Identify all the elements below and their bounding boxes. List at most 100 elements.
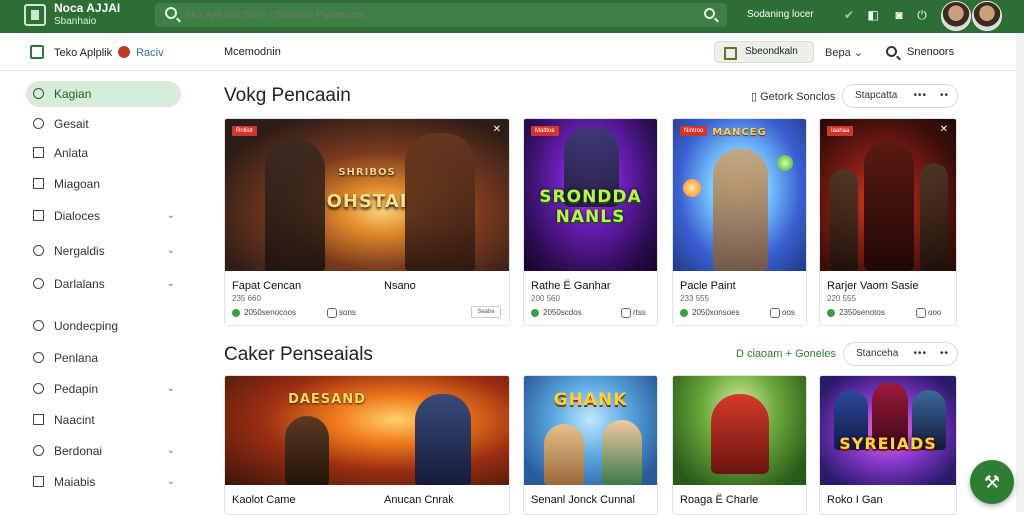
- more-icon: •••: [913, 90, 927, 101]
- chevron-down-icon[interactable]: ⌄: [167, 469, 175, 495]
- card-stat-secondary: ooo: [916, 308, 941, 318]
- section-link[interactable]: D ciaoam + Goneles: [736, 348, 836, 360]
- card-pill-button[interactable]: Seabe: [471, 306, 501, 318]
- sidebar-item-maiabis[interactable]: Maiabis ⌄: [26, 469, 181, 495]
- leaf-icon[interactable]: ✔: [842, 8, 856, 22]
- chevron-down-icon[interactable]: ⌄: [167, 203, 175, 229]
- hero-figure: [285, 416, 329, 485]
- sidebar-item-label: Naacint: [54, 413, 95, 427]
- sidebar-item-anlata[interactable]: Anlata: [26, 140, 181, 166]
- game-logo: GHANK: [553, 390, 628, 410]
- card-title-secondary[interactable]: Nsano: [384, 280, 416, 292]
- sidebar-item-label: Maiabis: [54, 475, 96, 489]
- game-logo: DAESAND: [288, 392, 366, 407]
- target-icon: [33, 383, 44, 394]
- app-logo-icon[interactable]: [24, 4, 46, 26]
- power-icon[interactable]: ⏻: [915, 8, 929, 22]
- search-submit-icon[interactable]: [704, 8, 715, 19]
- section-link[interactable]: ▯ Getork Sonclos: [751, 90, 835, 103]
- sub-dropdown[interactable]: Bepa ⌄: [825, 46, 863, 59]
- section-view-button[interactable]: Stapcatta ••• ••: [842, 84, 958, 108]
- game-card[interactable]: SHRIBOS OHSTAI Rnlliot ✕ Fapat Cencan Ns…: [224, 118, 510, 326]
- card-title[interactable]: Rarjer Vaom Sasie: [827, 280, 919, 292]
- circle-icon[interactable]: ◙: [892, 8, 906, 22]
- game-logo-top: SHRIBOS: [338, 167, 396, 178]
- avatar[interactable]: [941, 1, 971, 31]
- card-stat: 2350senotos: [827, 308, 885, 317]
- hero-figure: [830, 169, 858, 271]
- section-title: Vokg Pencaain: [224, 85, 351, 106]
- sidebar-item-kagian[interactable]: Kagian: [26, 81, 181, 107]
- close-icon[interactable]: ✕: [493, 124, 501, 135]
- card-title-secondary[interactable]: Anucan Cnrak: [384, 494, 454, 506]
- card-stat-secondary: sons: [327, 308, 356, 318]
- game-card[interactable]: MANCEG Nintroo Pacle Paint 233 555 2050x…: [672, 118, 807, 326]
- game-logo: OHSTAI: [326, 191, 408, 212]
- search-icon: [165, 7, 177, 19]
- chevron-down-icon[interactable]: ⌄: [167, 271, 175, 297]
- section-title: Caker Penseaials: [224, 344, 373, 365]
- hero-figure: [920, 163, 948, 271]
- app-subtitle: Sbanhaio: [54, 16, 97, 27]
- card-stat-secondary: rtss: [621, 308, 646, 318]
- sidebar-item-label: Uondecping: [54, 319, 119, 333]
- camera-icon: [33, 245, 44, 256]
- scrollbar[interactable]: [1016, 33, 1024, 512]
- version-link[interactable]: Raciv: [136, 47, 164, 59]
- chevron-down-icon[interactable]: ⌄: [167, 376, 175, 402]
- game-art: DAESAND: [225, 376, 509, 485]
- folder-icon: [33, 210, 44, 221]
- search-icon[interactable]: [886, 46, 897, 57]
- sub-title-text: Teko Aplplik: [54, 47, 113, 59]
- hero-figure: [713, 149, 768, 271]
- card-title[interactable]: Pacle Paint: [680, 280, 736, 292]
- card-title[interactable]: Senanl Jonck Cunnal: [531, 494, 635, 506]
- game-card[interactable]: SRONDDA NANLS Malttoe Rathe Ë Ganhar 200…: [523, 118, 658, 326]
- game-card[interactable]: Roaga Ë Charle: [672, 375, 807, 515]
- card-title[interactable]: Kaolot Came: [232, 494, 296, 506]
- sidebar-item-nergaldis[interactable]: Nergaldis ⌄: [26, 238, 181, 264]
- top-link[interactable]: Sodaning locer: [747, 9, 814, 20]
- sub-right-link[interactable]: Snenoors: [907, 46, 954, 58]
- game-card[interactable]: GHANK Senanl Jonck Cunnal: [523, 375, 658, 515]
- sidebar-item-pedapin[interactable]: Pedapin ⌄: [26, 376, 181, 402]
- sidebar-item-gesait[interactable]: Gesait: [26, 111, 181, 137]
- card-title[interactable]: Fapat Cencan: [232, 280, 301, 292]
- chevron-down-icon[interactable]: ⌄: [167, 238, 175, 264]
- store-icon: [30, 45, 44, 59]
- chevron-down-icon: ⌄: [853, 47, 863, 59]
- sub-action-button[interactable]: Sbeondkaln: [714, 41, 814, 63]
- close-icon[interactable]: ✕: [940, 124, 948, 135]
- sidebar-item-miagoan[interactable]: Miagoan: [26, 171, 181, 197]
- game-card[interactable]: DAESAND Kaolot Came Anucan Cnrak: [224, 375, 510, 515]
- section-view-label: Stapcatta: [855, 90, 898, 101]
- game-art: [673, 376, 806, 485]
- sidebar-item-darlalans[interactable]: Darlalans ⌄: [26, 271, 181, 297]
- game-art: MANCEG: [673, 119, 806, 271]
- check-circle-icon: [33, 320, 44, 331]
- window-icon[interactable]: ◧: [866, 8, 880, 22]
- clock-icon: [33, 278, 44, 289]
- game-art: SYREIADS: [820, 376, 956, 485]
- sub-nav-label[interactable]: Mcemodnin: [224, 46, 281, 58]
- avatar-secondary[interactable]: [972, 1, 1002, 31]
- card-title[interactable]: Rathe Ë Ganhar: [531, 280, 611, 292]
- card-stat: 2050xonsoes: [680, 308, 740, 317]
- game-card[interactable]: Iaahaa ✕ Rarjer Vaom Sasie 220 555 2350s…: [819, 118, 957, 326]
- sidebar-item-naacint[interactable]: Naacint: [26, 407, 181, 433]
- search-input[interactable]: [185, 6, 685, 24]
- sidebar-item-penlana[interactable]: Penlana: [26, 345, 181, 371]
- card-title[interactable]: Roko I Gan: [827, 494, 883, 506]
- sidebar-item-uondecping[interactable]: Uondecping: [26, 313, 181, 339]
- game-logo: SRONDDA NANLS: [539, 187, 642, 227]
- sidebar-item-berdonai[interactable]: Berdonai ⌄: [26, 438, 181, 464]
- sidebar-item-dialoces[interactable]: Dialoces ⌄: [26, 203, 181, 229]
- card-title[interactable]: Roaga Ë Charle: [680, 494, 758, 506]
- section-view-button[interactable]: Stanceha ••• ••: [843, 342, 958, 366]
- chevron-down-icon[interactable]: ⌄: [167, 438, 175, 464]
- sidebar-item-label: Darlalans: [54, 277, 105, 291]
- top-search-bar[interactable]: [155, 3, 727, 27]
- settings-icon: [33, 445, 44, 456]
- floating-action-button[interactable]: ⚒: [970, 460, 1014, 504]
- game-card[interactable]: SYREIADS Roko I Gan: [819, 375, 957, 515]
